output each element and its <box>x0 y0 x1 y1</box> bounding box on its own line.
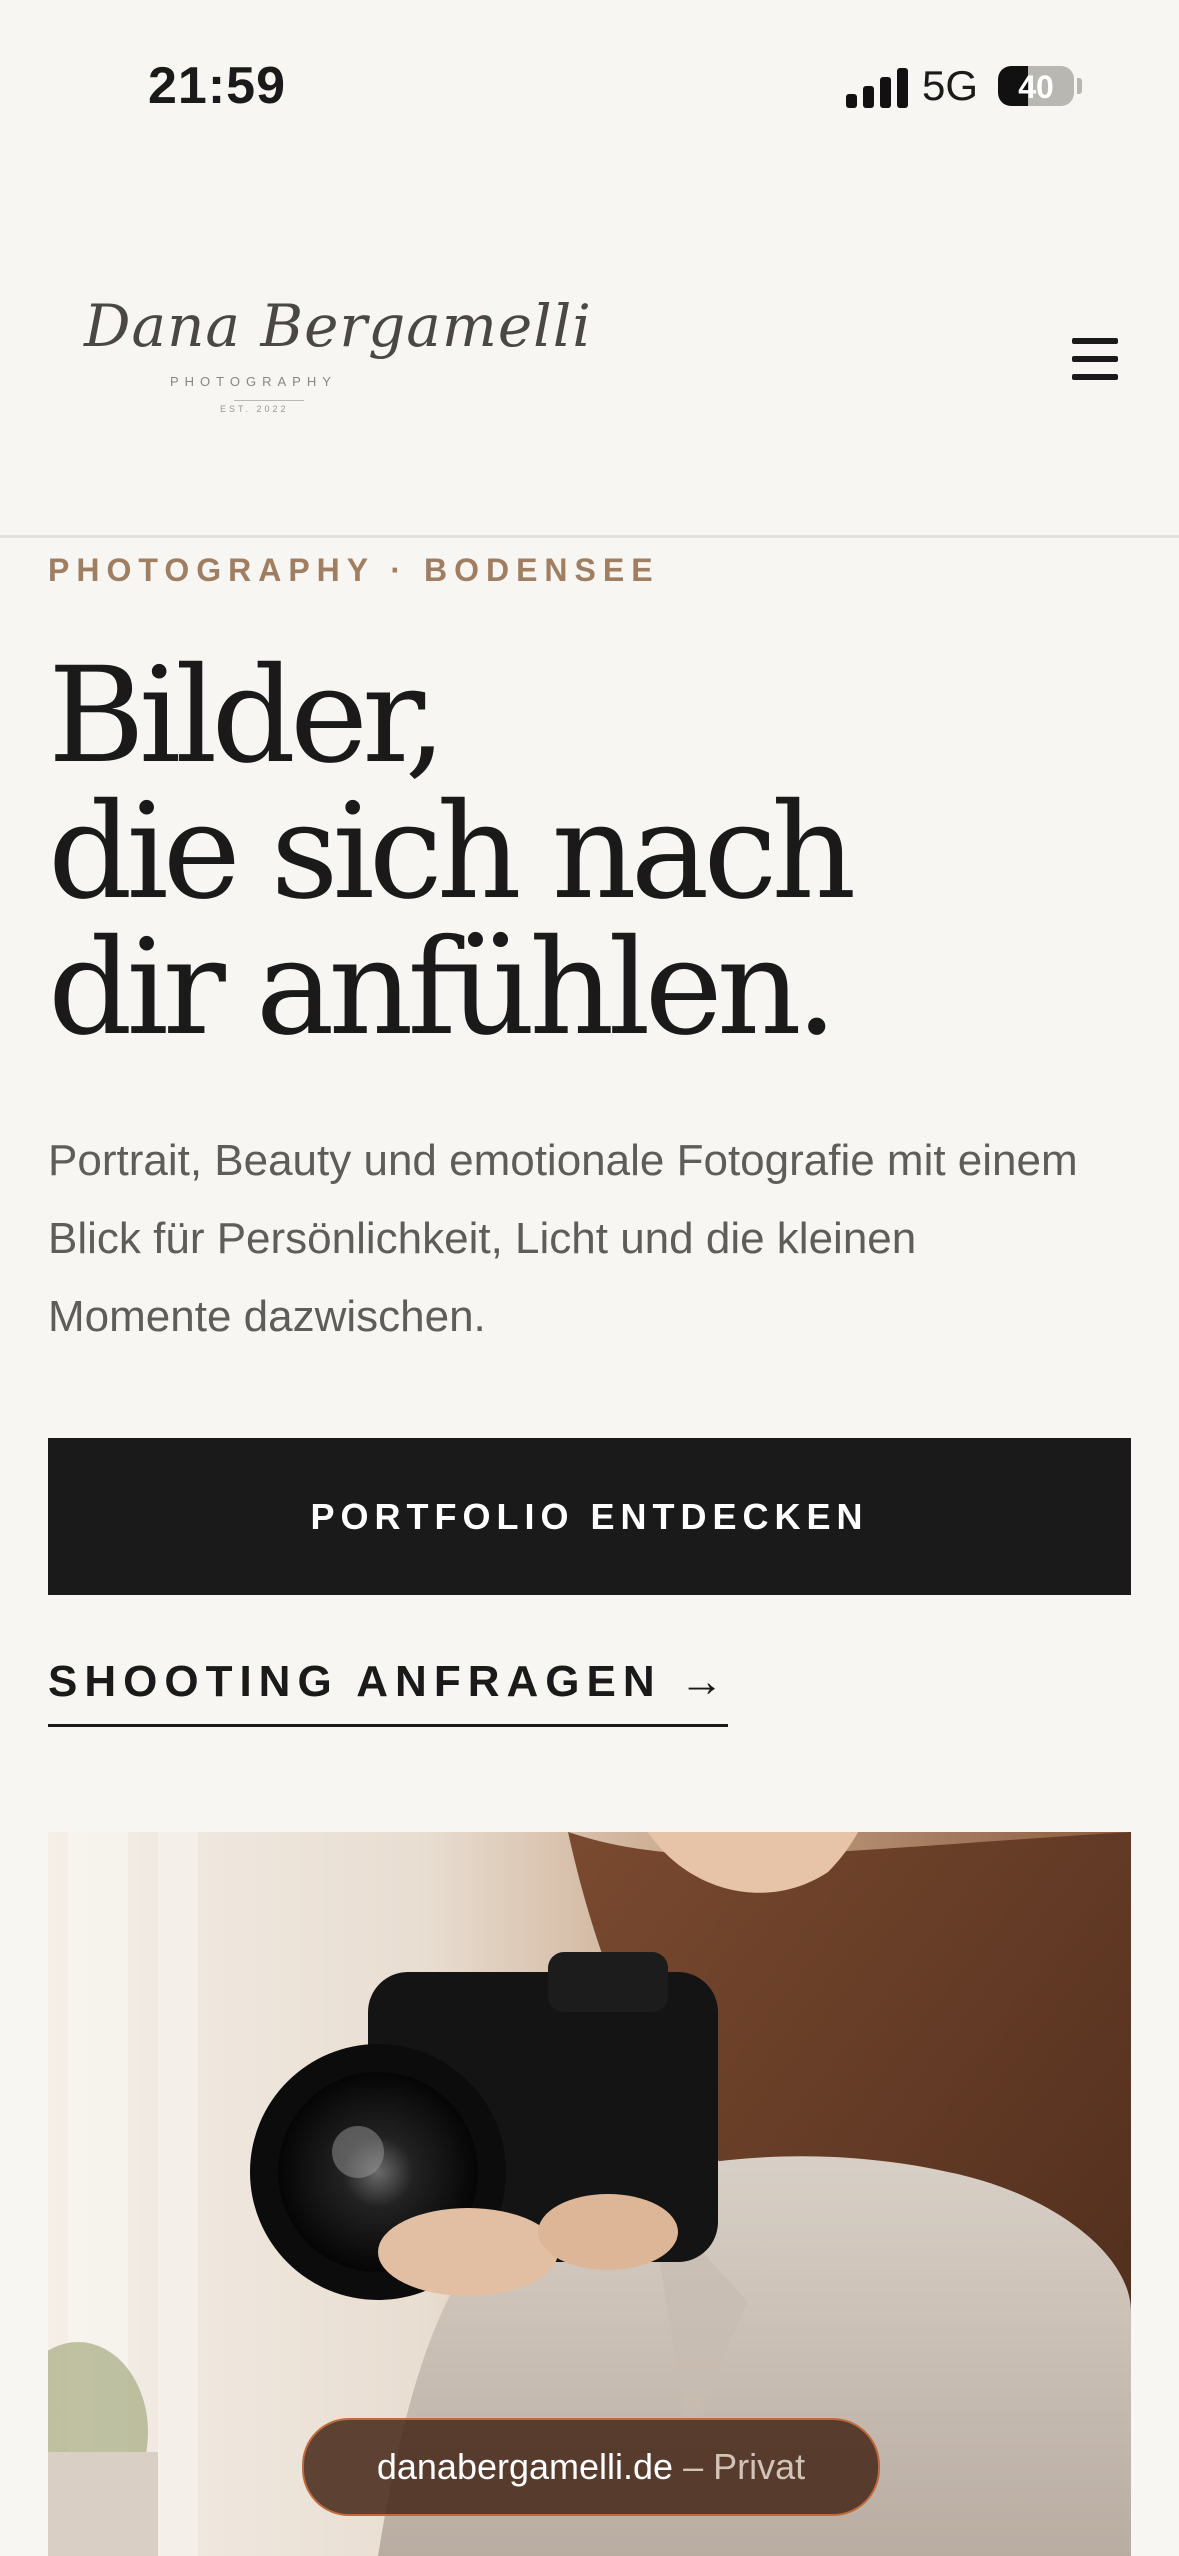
shooting-request-link[interactable]: SHOOTING ANFRAGEN → <box>48 1640 728 1727</box>
arrow-right-icon: → <box>679 1657 724 1706</box>
logo-subtitle: PHOTOGRAPHY <box>170 374 337 389</box>
headline-line: die sich nach <box>48 775 856 929</box>
battery-level: 40 <box>1018 69 1054 105</box>
hero-eyebrow: PHOTOGRAPHY · BODENSEE <box>48 552 660 588</box>
logo-script-text: Dana Bergamelli <box>84 292 592 360</box>
site-logo[interactable]: Dana Bergamelli PHOTOGRAPHY EST. 2022 <box>84 292 591 422</box>
hero-headline: Bilder, die sich nach dir anfühlen. <box>48 639 856 1065</box>
browser-url-bar[interactable]: danabergamelli.de – Privat <box>302 2418 880 2516</box>
logo-established: EST. 2022 <box>220 404 289 414</box>
shooting-request-label: SHOOTING ANFRAGEN <box>48 1657 662 1706</box>
url-separator: – <box>683 2446 704 2487</box>
battery-tip <box>1077 78 1082 94</box>
hero-lead-text: Portrait, Beauty und emotionale Fotograf… <box>48 1136 1078 1341</box>
cellular-signal-icon <box>846 68 908 108</box>
header-divider <box>0 535 1179 538</box>
headline-line: Bilder, <box>48 639 447 793</box>
headline-line: dir anfühlen. <box>48 911 838 1065</box>
battery-icon: 40 <box>998 66 1074 106</box>
status-bar: 21:59 5G 40 <box>0 0 1179 170</box>
network-type: 5G <box>922 62 979 109</box>
status-time: 21:59 <box>148 57 286 115</box>
private-mode-label: Privat <box>713 2446 806 2487</box>
url-domain: danabergamelli.de <box>376 2446 674 2487</box>
portfolio-button[interactable]: PORTFOLIO ENTDECKEN <box>48 1438 1131 1595</box>
logo-divider <box>234 400 304 401</box>
hamburger-menu-icon[interactable] <box>1068 338 1124 382</box>
